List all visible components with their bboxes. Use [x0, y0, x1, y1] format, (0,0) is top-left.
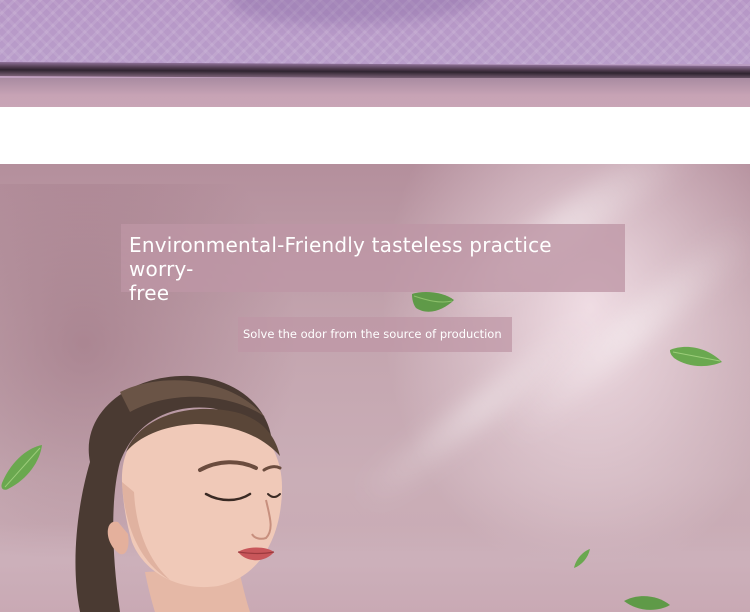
leaf-icon [624, 596, 670, 610]
woman-portrait-image [75, 375, 282, 612]
section-divider [0, 107, 750, 164]
leaf-icon [1, 445, 42, 490]
yoga-mat-banner-image [0, 0, 750, 107]
product-page: Environmental-Friendly tasteless practic… [0, 0, 750, 612]
headline-box: Environmental-Friendly tasteless practic… [121, 224, 625, 305]
subheadline: Solve the odor from the source of produc… [243, 327, 502, 341]
subheadline-box: Solve the odor from the source of produc… [238, 317, 512, 352]
headline-line-1: Environmental-Friendly tasteless practic… [129, 233, 552, 281]
leaf-icon [574, 549, 590, 568]
leaf-icon [670, 346, 722, 367]
headline-line-2: free [129, 281, 170, 305]
mat-floor [0, 78, 750, 107]
